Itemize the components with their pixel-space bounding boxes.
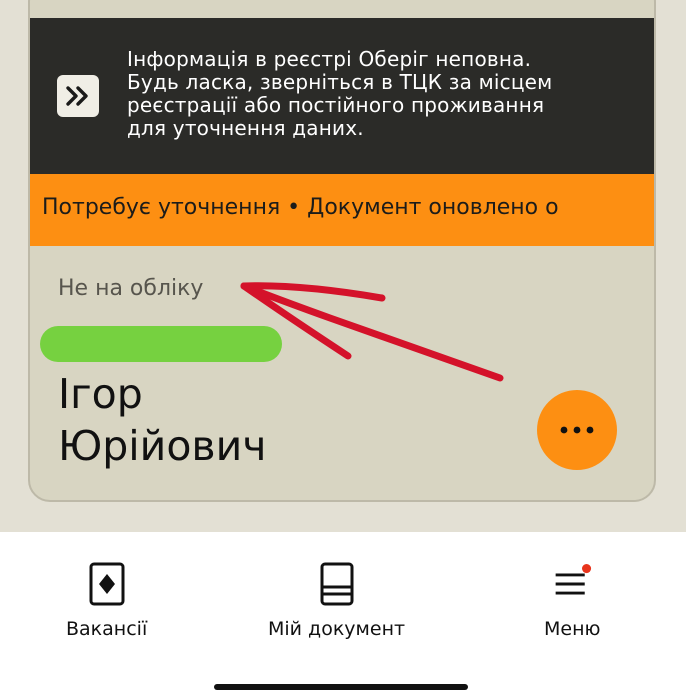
- annotation-arrow: [240, 282, 504, 382]
- nav-label: Вакансії: [66, 618, 148, 640]
- nav-item-vacancies[interactable]: Вакансії: [66, 560, 147, 640]
- home-indicator[interactable]: [214, 684, 468, 690]
- nav-item-menu[interactable]: Меню: [544, 560, 601, 640]
- document-area: Інформація в реєстрі Оберіг неповна. Буд…: [0, 0, 686, 532]
- notification-dot: [582, 564, 592, 574]
- menu-icon: [552, 560, 592, 608]
- bottom-navigation: Вакансії Мій документ Меню: [0, 532, 686, 700]
- nav-label: Меню: [544, 618, 601, 640]
- nav-label: Мій документ: [268, 618, 406, 640]
- document-icon: [317, 560, 357, 608]
- vacancies-icon: [87, 560, 127, 608]
- nav-item-my-document[interactable]: Мій документ: [268, 560, 405, 640]
